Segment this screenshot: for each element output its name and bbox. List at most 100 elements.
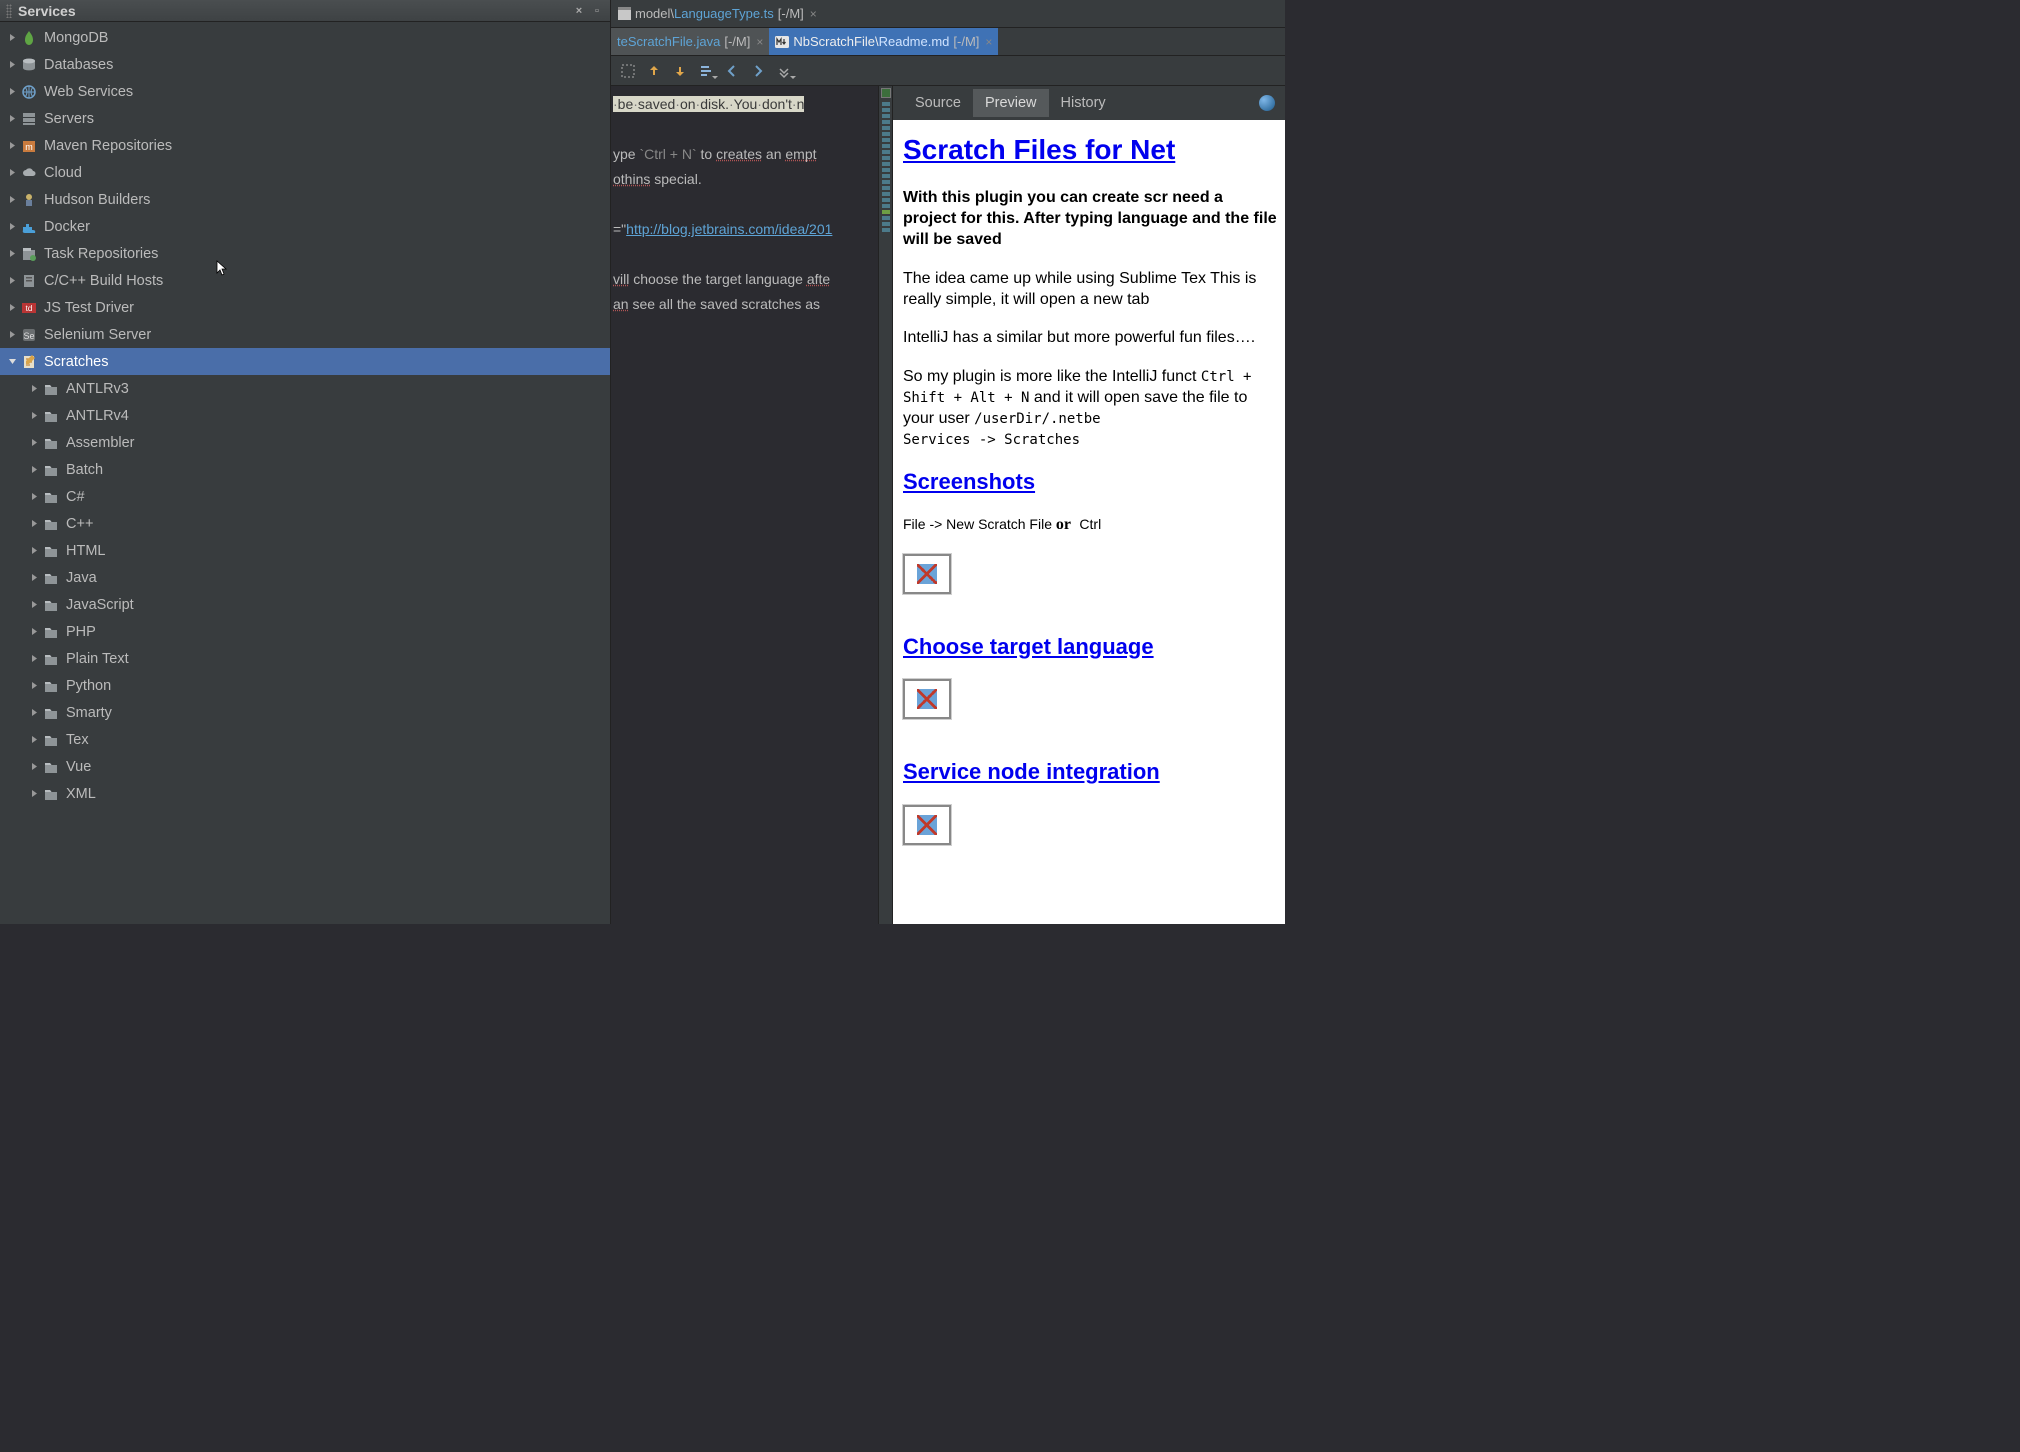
doc-h2-service-link[interactable]: Service node integration bbox=[903, 759, 1160, 784]
error-stripe-mark[interactable] bbox=[882, 222, 890, 226]
error-stripe-mark[interactable] bbox=[882, 216, 890, 220]
maximize-panel-icon[interactable]: ▫ bbox=[590, 4, 604, 18]
error-stripe-mark[interactable] bbox=[882, 114, 890, 118]
services-node-php[interactable]: PHP bbox=[0, 618, 610, 645]
rendered-markdown[interactable]: Scratch Files for Net With this plugin y… bbox=[893, 120, 1285, 924]
expander-icon[interactable] bbox=[6, 140, 18, 152]
expander-icon[interactable] bbox=[28, 788, 40, 800]
services-panel-header[interactable]: Services × ▫ bbox=[0, 0, 610, 22]
expander-icon[interactable] bbox=[28, 572, 40, 584]
services-node-js-test-driver[interactable]: tdJS Test Driver bbox=[0, 294, 610, 321]
error-stripe-mark[interactable] bbox=[882, 144, 890, 148]
browser-icon[interactable] bbox=[1259, 95, 1275, 111]
shift-down-icon[interactable] bbox=[667, 59, 693, 83]
services-node-databases[interactable]: Databases bbox=[0, 51, 610, 78]
services-node-tex[interactable]: Tex bbox=[0, 726, 610, 753]
services-node-antlrv3[interactable]: ANTLRv3 bbox=[0, 375, 610, 402]
error-stripe-mark[interactable] bbox=[882, 174, 890, 178]
expander-icon[interactable] bbox=[6, 248, 18, 260]
error-stripe-mark[interactable] bbox=[882, 132, 890, 136]
services-node-c-[interactable]: C# bbox=[0, 483, 610, 510]
code-editor[interactable]: ·be·saved·on·disk.·You·don't·n ype `Ctrl… bbox=[611, 86, 878, 924]
services-node-hudson-builders[interactable]: Hudson Builders bbox=[0, 186, 610, 213]
tab-source[interactable]: Source bbox=[903, 89, 973, 117]
expander-icon[interactable] bbox=[6, 302, 18, 314]
expander-icon[interactable] bbox=[28, 437, 40, 449]
expander-icon[interactable] bbox=[28, 707, 40, 719]
outdent-icon[interactable] bbox=[693, 59, 719, 83]
expander-icon[interactable] bbox=[28, 545, 40, 557]
error-stripe-mark[interactable] bbox=[882, 168, 890, 172]
expander-icon[interactable] bbox=[28, 491, 40, 503]
expander-icon[interactable] bbox=[6, 167, 18, 179]
expander-icon[interactable] bbox=[6, 86, 18, 98]
expander-icon[interactable] bbox=[28, 734, 40, 746]
expander-icon[interactable] bbox=[28, 518, 40, 530]
services-node-web-services[interactable]: Web Services bbox=[0, 78, 610, 105]
close-tab-icon[interactable]: × bbox=[756, 35, 763, 49]
services-node-python[interactable]: Python bbox=[0, 672, 610, 699]
expander-icon[interactable] bbox=[28, 464, 40, 476]
shift-up-icon[interactable] bbox=[641, 59, 667, 83]
services-node-plain-text[interactable]: Plain Text bbox=[0, 645, 610, 672]
expander-icon[interactable] bbox=[6, 329, 18, 341]
error-stripe-mark[interactable] bbox=[882, 102, 890, 106]
error-stripe-mark[interactable] bbox=[882, 204, 890, 208]
editor-tab[interactable]: model\LanguageType.ts[-/M]× bbox=[611, 0, 823, 27]
more-icon[interactable] bbox=[771, 59, 797, 83]
services-node-selenium-server[interactable]: SeSelenium Server bbox=[0, 321, 610, 348]
services-node-docker[interactable]: Docker bbox=[0, 213, 610, 240]
services-node-assembler[interactable]: Assembler bbox=[0, 429, 610, 456]
selection-icon[interactable] bbox=[615, 59, 641, 83]
error-stripe-mark[interactable] bbox=[882, 180, 890, 184]
error-stripe-mark[interactable] bbox=[882, 198, 890, 202]
expander-icon[interactable] bbox=[6, 59, 18, 71]
expander-icon[interactable] bbox=[6, 113, 18, 125]
error-stripe-mark[interactable] bbox=[882, 210, 890, 214]
expander-icon[interactable] bbox=[28, 680, 40, 692]
error-stripe-mark[interactable] bbox=[882, 108, 890, 112]
services-node-c-[interactable]: C++ bbox=[0, 510, 610, 537]
services-node-mongodb[interactable]: MongoDB bbox=[0, 24, 610, 51]
services-node-java[interactable]: Java bbox=[0, 564, 610, 591]
services-node-scratches[interactable]: Scratches bbox=[0, 348, 610, 375]
doc-h2-screenshots-link[interactable]: Screenshots bbox=[903, 469, 1035, 494]
services-node-maven-repositories[interactable]: mMaven Repositories bbox=[0, 132, 610, 159]
tab-history[interactable]: History bbox=[1049, 89, 1118, 117]
services-node-javascript[interactable]: JavaScript bbox=[0, 591, 610, 618]
tab-preview[interactable]: Preview bbox=[973, 89, 1049, 117]
services-node-c-c-build-hosts[interactable]: C/C++ Build Hosts bbox=[0, 267, 610, 294]
error-stripe-mark[interactable] bbox=[882, 228, 890, 232]
forward-icon[interactable] bbox=[745, 59, 771, 83]
editor-tab[interactable]: NbScratchFile\Readme.md[-/M]× bbox=[769, 28, 998, 55]
services-node-batch[interactable]: Batch bbox=[0, 456, 610, 483]
error-stripe-mark[interactable] bbox=[882, 186, 890, 190]
error-stripe[interactable] bbox=[878, 86, 892, 924]
editor-tab[interactable]: teScratchFile.java[-/M]× bbox=[611, 28, 769, 55]
error-stripe-mark[interactable] bbox=[882, 192, 890, 196]
expander-icon[interactable] bbox=[28, 383, 40, 395]
services-node-task-repositories[interactable]: Task Repositories bbox=[0, 240, 610, 267]
expander-icon[interactable] bbox=[28, 761, 40, 773]
services-node-antlrv4[interactable]: ANTLRv4 bbox=[0, 402, 610, 429]
error-stripe-mark[interactable] bbox=[882, 156, 890, 160]
close-tab-icon[interactable]: × bbox=[985, 35, 992, 49]
doc-h1-link[interactable]: Scratch Files for Net bbox=[903, 134, 1175, 165]
expander-icon[interactable] bbox=[28, 410, 40, 422]
error-stripe-mark[interactable] bbox=[882, 126, 890, 130]
back-icon[interactable] bbox=[719, 59, 745, 83]
services-node-xml[interactable]: XML bbox=[0, 780, 610, 807]
error-stripe-mark[interactable] bbox=[882, 162, 890, 166]
services-node-smarty[interactable]: Smarty bbox=[0, 699, 610, 726]
expander-icon[interactable] bbox=[6, 356, 18, 368]
services-node-cloud[interactable]: Cloud bbox=[0, 159, 610, 186]
expander-icon[interactable] bbox=[28, 599, 40, 611]
services-node-vue[interactable]: Vue bbox=[0, 753, 610, 780]
expander-icon[interactable] bbox=[28, 653, 40, 665]
expander-icon[interactable] bbox=[6, 32, 18, 44]
expander-icon[interactable] bbox=[6, 221, 18, 233]
close-tab-icon[interactable]: × bbox=[810, 7, 817, 21]
services-node-html[interactable]: HTML bbox=[0, 537, 610, 564]
close-panel-icon[interactable]: × bbox=[572, 4, 586, 18]
expander-icon[interactable] bbox=[28, 626, 40, 638]
